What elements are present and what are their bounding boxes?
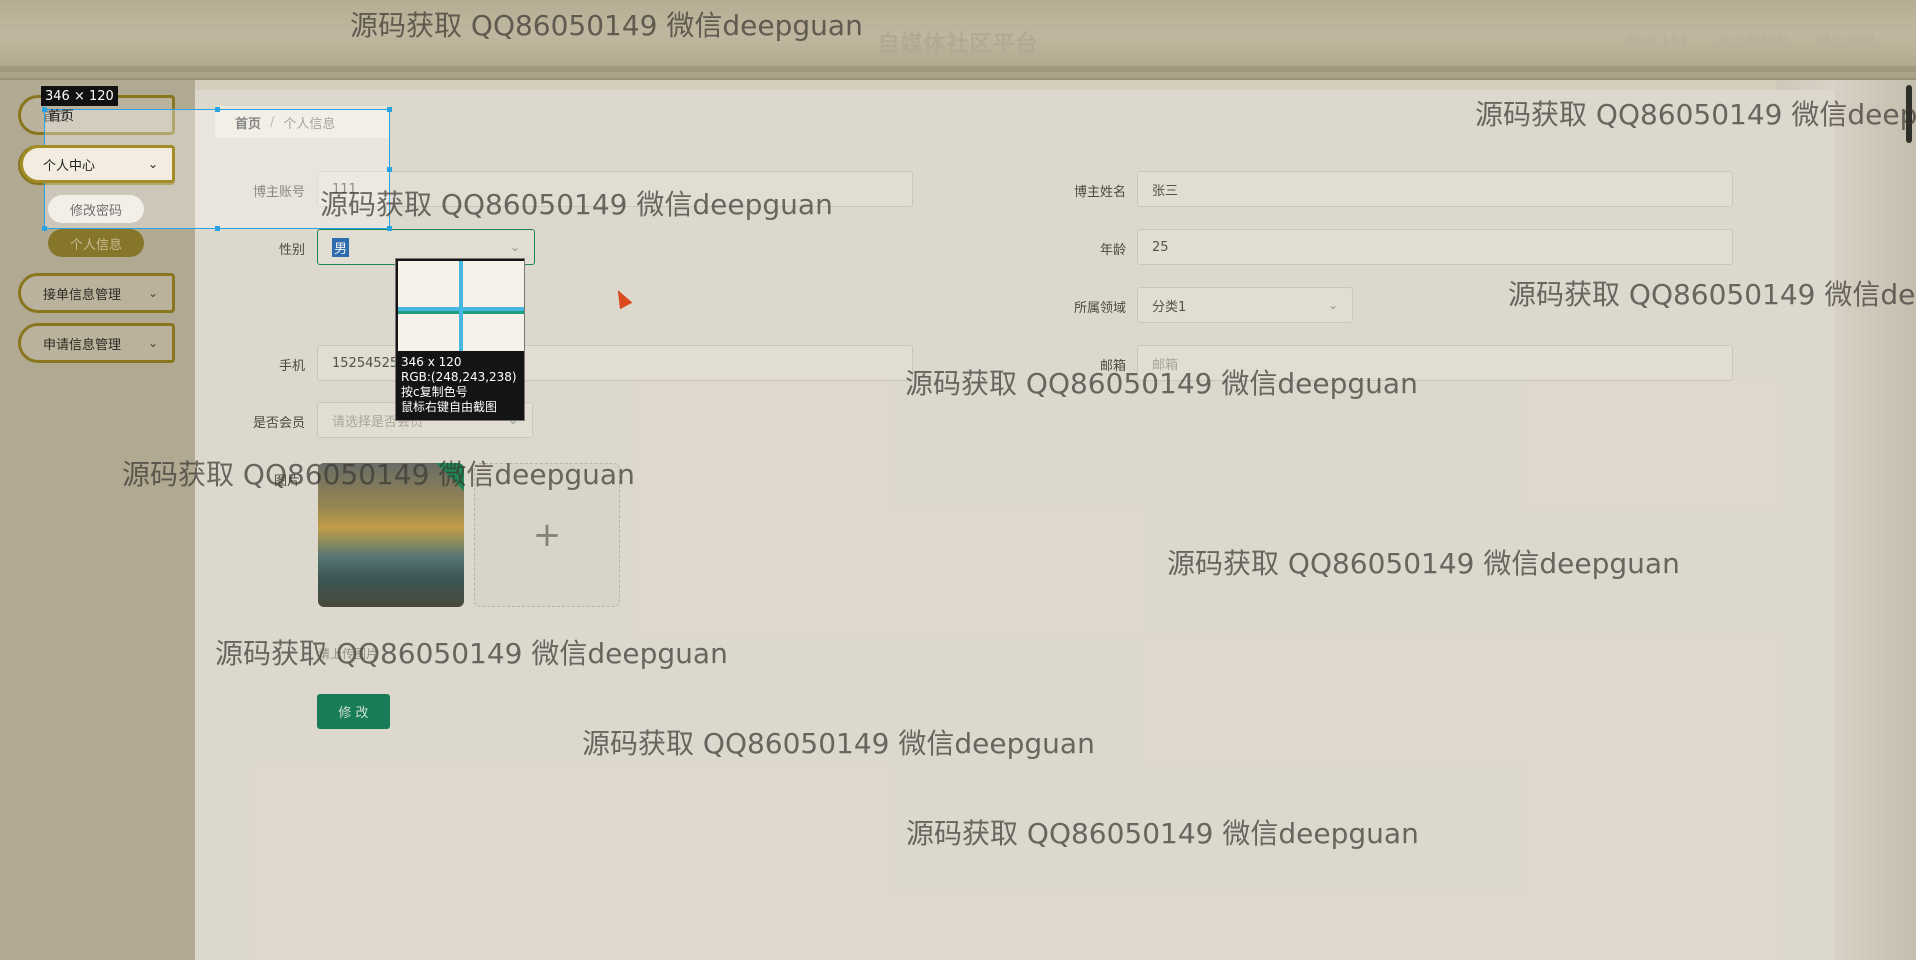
magnifier-info: 346 x 120 RGB:(248,243,238) 按c复制色号 鼠标右键自… (401, 355, 517, 415)
chevron-down-icon: ⌄ (147, 286, 158, 300)
name-field[interactable]: 张三 (1137, 171, 1733, 207)
watermark: 源码获取 QQ86050149 微信deepguan (906, 817, 1419, 850)
domain-value: 分类1 (1152, 299, 1187, 315)
resize-handle[interactable] (42, 226, 47, 231)
top-header: 自媒体社区平台 用户 111 退出到前台 退出登录 (0, 0, 1916, 80)
header-stripe (0, 66, 1916, 72)
magnifier-size: 346 x 120 (401, 355, 462, 369)
back-to-frontend-link[interactable]: 退出到前台 (1715, 30, 1790, 51)
watermark: 源码获取 QQ86050149 微信deepguan (350, 9, 863, 42)
name-label: 博主姓名 (1073, 185, 1126, 200)
sidebar-subitem-personal-info[interactable]: 个人信息 (48, 229, 144, 257)
sidebar-item-orders[interactable]: 接单信息管理 ⌄ (18, 273, 175, 313)
sidebar-item-label: 个人中心 (43, 158, 96, 174)
logout-link[interactable]: 退出登录 (1816, 30, 1876, 51)
sidebar-personal-center-highlight[interactable]: 个人中心 ⌄ (20, 145, 175, 183)
sidebar-item-label: 接单信息管理 (43, 287, 122, 303)
resize-handle[interactable] (387, 226, 392, 231)
watermark: 源码获取 QQ86050149 微信deepguan (320, 188, 833, 221)
watermark: 源码获取 QQ86050149 微信deepguan (1508, 278, 1916, 311)
watermark: 源码获取 QQ86050149 微信deepguan (215, 637, 728, 670)
age-value: 25 (1152, 239, 1169, 255)
resize-handle[interactable] (387, 107, 392, 112)
watermark: 源码获取 QQ86050149 微信deepguan (905, 367, 1418, 400)
resize-handle[interactable] (42, 107, 47, 112)
sidebar-item-label: 申请信息管理 (43, 337, 122, 353)
domain-select[interactable]: 分类1 ⌄ (1137, 287, 1353, 323)
chevron-down-icon: ⌄ (1327, 298, 1338, 312)
chevron-down-icon: ⌄ (147, 336, 158, 350)
submit-label: 修 改 (338, 706, 369, 721)
color-magnifier: 346 x 120 RGB:(248,243,238) 按c复制色号 鼠标右键自… (395, 258, 525, 421)
sidebar-subitem-label: 个人信息 (69, 237, 122, 253)
watermark: 源码获取 QQ86050149 微信deepguan (1167, 547, 1680, 580)
phone-label: 手机 (278, 359, 305, 374)
member-label: 是否会员 (252, 416, 305, 431)
watermark: 源码获取 QQ86050149 微信deepguan (122, 458, 635, 491)
watermark: 源码获取 QQ86050149 微信deepguan (582, 727, 1095, 760)
crosshair-vertical (459, 261, 463, 351)
resize-handle[interactable] (215, 226, 220, 231)
name-value: 张三 (1152, 183, 1179, 199)
phone-value: 15254525 (332, 355, 399, 371)
magnifier-view (398, 261, 524, 351)
sidebar-home-highlight: 首页 (48, 109, 75, 124)
magnifier-free-hint: 鼠标右键自由截图 (401, 400, 498, 414)
gender-value: 男 (332, 237, 350, 257)
submit-button[interactable]: 修 改 (317, 694, 390, 729)
resize-handle[interactable] (387, 167, 392, 172)
magnifier-copy-hint: 按c复制色号 (401, 385, 468, 399)
header-links: 用户 111 退出到前台 退出登录 (1626, 30, 1876, 51)
sidebar-item-applications[interactable]: 申请信息管理 ⌄ (18, 323, 175, 363)
age-label: 年龄 (1099, 243, 1126, 258)
capture-size-label: 346 × 120 (41, 86, 118, 106)
chevron-down-icon: ⌄ (147, 157, 158, 171)
user-link[interactable]: 用户 111 (1626, 30, 1689, 51)
plus-icon: + (532, 515, 562, 555)
chevron-down-icon: ⌄ (509, 240, 520, 254)
magnifier-rgb: RGB:(248,243,238) (401, 370, 517, 384)
gender-label: 性别 (278, 243, 305, 258)
resize-handle[interactable] (215, 107, 220, 112)
domain-label: 所属领域 (1073, 301, 1126, 316)
age-field[interactable]: 25 (1137, 229, 1733, 265)
watermark: 源码获取 QQ86050149 微信deepguan (1475, 98, 1916, 131)
